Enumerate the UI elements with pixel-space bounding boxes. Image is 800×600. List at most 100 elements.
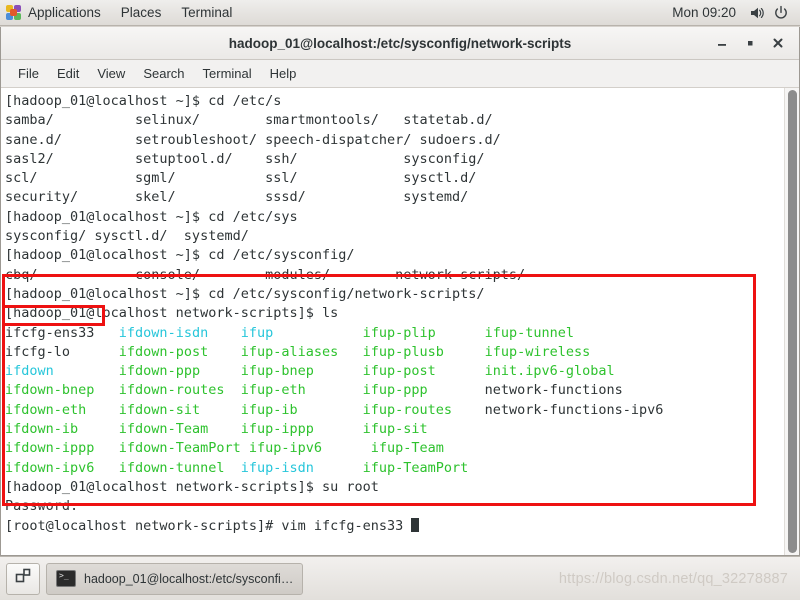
terminal-text: scl/ sgml/ ssl/ sysctl.d/ xyxy=(5,170,477,187)
terminal-text: ifdown-ppp xyxy=(118,363,241,380)
terminal-text: sysconfig/ sysctl.d/ systemd/ xyxy=(5,228,249,245)
close-button[interactable] xyxy=(765,30,791,56)
terminal-line: [hadoop_01@localhost ~]$ cd /etc/sysconf… xyxy=(5,246,784,265)
applications-menu-label: Applications xyxy=(28,5,101,20)
terminal-menu[interactable]: Terminal xyxy=(171,0,242,26)
terminal-text: ifup-isdn xyxy=(240,459,363,476)
terminal-text: ifdown-Team xyxy=(118,421,241,438)
workspace-switcher-button[interactable] xyxy=(6,562,40,595)
window-titlebar[interactable]: hadoop_01@localhost:/etc/sysconfig/netwo… xyxy=(1,27,799,60)
terminal-line: [hadoop_01@localhost network-scripts]$ s… xyxy=(5,478,784,497)
terminal-text: ifup xyxy=(240,324,363,341)
terminal-line: Password: xyxy=(5,497,784,516)
terminal-text: ifup-aliases xyxy=(240,343,363,360)
places-menu[interactable]: Places xyxy=(111,0,172,26)
terminal-text: cbq/ console/ modules/ network-scripts/ xyxy=(5,266,526,283)
terminal-text: [hadoop_01@localhost network-scripts]$ s… xyxy=(5,478,379,495)
terminal-text: sane.d/ setroubleshoot/ speech-dispatche… xyxy=(5,131,501,148)
terminal-text: [root@localhost network-scripts]# vim if… xyxy=(5,517,412,534)
menu-terminal[interactable]: Terminal xyxy=(194,60,261,88)
terminal-text: [hadoop_01@localhost ~]$ cd /etc/s xyxy=(5,93,282,109)
terminal-text: [hadoop_01@localhost network-scripts]$ l… xyxy=(5,305,339,322)
clock[interactable]: Mon 09:20 xyxy=(664,5,744,20)
terminal-text: ifup-post xyxy=(362,363,485,380)
terminal-line: [hadoop_01@localhost network-scripts]$ l… xyxy=(5,304,784,323)
terminal-text: ifdown-ipv6 xyxy=(5,459,119,476)
terminal-text: ifup-ipv6 xyxy=(240,440,371,457)
menu-view[interactable]: View xyxy=(88,60,134,88)
terminal-area: [hadoop_01@localhost ~]$ cd /etc/s samba/… xyxy=(1,88,799,555)
window-title: hadoop_01@localhost:/etc/sysconfig/netwo… xyxy=(228,35,572,51)
menu-file-label: File xyxy=(18,66,39,81)
menu-view-label: View xyxy=(97,66,126,81)
applications-menu[interactable]: Applications xyxy=(0,0,111,26)
scrollbar-thumb[interactable] xyxy=(788,90,797,553)
applications-puzzle-icon xyxy=(6,4,22,21)
terminal-scrollbar[interactable] xyxy=(784,88,799,555)
terminal-line: scl/ sgml/ ssl/ sysctl.d/ xyxy=(5,169,784,188)
terminal-text: ifdown-routes xyxy=(118,382,241,399)
terminal-line: ifdown ifdown-ppp ifup-bnep ifup-post in… xyxy=(5,362,784,381)
terminal-text: ifup-TeamPort xyxy=(362,459,469,476)
terminal-text: [hadoop_01@localhost ~]$ cd /etc/sysconf… xyxy=(5,247,355,264)
terminal-text: init.ipv6-global xyxy=(484,363,615,380)
terminal-line: [hadoop_01@localhost ~]$ cd /etc/sys xyxy=(5,208,784,227)
terminal-text: ifup-ppp xyxy=(362,382,485,399)
terminal-text: ifup-bnep xyxy=(240,363,363,380)
terminal-text: ifdown-tunnel xyxy=(118,459,241,476)
terminal-text: [hadoop_01@localhost ~]$ cd /etc/sys xyxy=(5,208,298,225)
power-icon[interactable] xyxy=(770,0,792,26)
terminal-line: ifdown-eth ifdown-sit ifup-ib ifup-route… xyxy=(5,401,784,420)
terminal-text: [hadoop_01@localhost ~]$ cd /etc/sysconf… xyxy=(5,285,485,302)
menu-search[interactable]: Search xyxy=(134,60,193,88)
terminal-window: hadoop_01@localhost:/etc/sysconfig/netwo… xyxy=(0,27,800,556)
minimize-button[interactable] xyxy=(709,30,735,56)
speaker-icon[interactable] xyxy=(746,0,768,26)
terminal-text: ifup-eth xyxy=(240,382,363,399)
terminal-text: ifup-ib xyxy=(240,401,363,418)
taskbar-window-label: hadoop_01@localhost:/etc/sysconfi… xyxy=(84,571,294,586)
menu-terminal-label: Terminal xyxy=(202,66,252,81)
terminal-line: sasl2/ setuptool.d/ ssh/ sysconfig/ xyxy=(5,150,784,169)
terminal-line: sane.d/ setroubleshoot/ speech-dispatche… xyxy=(5,131,784,150)
terminal-text: security/ skel/ sssd/ systemd/ xyxy=(5,189,469,206)
terminal-icon: >_ xyxy=(56,570,76,587)
terminal-text: ifdown-eth xyxy=(5,401,119,418)
window-controls xyxy=(709,30,799,56)
terminal-line: [hadoop_01@localhost ~]$ cd /etc/sysconf… xyxy=(5,285,784,304)
terminal-text: ifup-wireless xyxy=(484,343,591,360)
terminal-line: ifdown-bnep ifdown-routes ifup-eth ifup-… xyxy=(5,381,784,400)
terminal-menu-label: Terminal xyxy=(181,5,233,20)
terminal-text: sasl2/ setuptool.d/ ssh/ sysconfig/ xyxy=(5,150,485,167)
terminal-text: ifdown-ib xyxy=(5,421,119,438)
terminal-text: ifdown-ippp xyxy=(5,440,119,457)
terminal-text: ifup-Team xyxy=(370,440,444,457)
terminal-line: samba/ selinux/ smartmontools/ statetab.… xyxy=(5,111,784,130)
terminal-line: sysconfig/ sysctl.d/ systemd/ xyxy=(5,227,784,246)
taskbar: >_ hadoop_01@localhost:/etc/sysconfi… ht… xyxy=(0,556,800,600)
maximize-button[interactable] xyxy=(737,30,763,56)
top-panel: Applications Places Terminal Mon 09:20 xyxy=(0,0,800,26)
terminal-text: ifdown-sit xyxy=(118,401,241,418)
menu-edit-label: Edit xyxy=(56,66,80,81)
menubar: File Edit View Search Terminal Help xyxy=(1,60,799,88)
terminal-line: ifdown-ippp ifdown-TeamPort ifup-ipv6 if… xyxy=(5,439,784,458)
taskbar-window-button[interactable]: >_ hadoop_01@localhost:/etc/sysconfi… xyxy=(46,562,304,595)
terminal-output[interactable]: [hadoop_01@localhost ~]$ cd /etc/s samba/… xyxy=(1,88,784,555)
terminal-text: ifup-plusb xyxy=(362,343,485,360)
terminal-text: ifup-routes xyxy=(362,401,485,418)
terminal-line: ifcfg-ens33 ifdown-isdn ifup ifup-plip i… xyxy=(5,324,784,343)
terminal-text: ifup-tunnel xyxy=(484,324,574,341)
terminal-text: ifdown-TeamPort xyxy=(118,440,241,457)
terminal-text: ifup-ippp xyxy=(240,421,363,438)
terminal-line: ifdown-ib ifdown-Team ifup-ippp ifup-sit xyxy=(5,420,784,439)
menu-file[interactable]: File xyxy=(9,60,48,88)
terminal-line: ifcfg-lo ifdown-post ifup-aliases ifup-p… xyxy=(5,343,784,362)
terminal-text: samba/ selinux/ smartmontools/ statetab.… xyxy=(5,112,493,129)
menu-help[interactable]: Help xyxy=(261,60,306,88)
terminal-line: security/ skel/ sssd/ systemd/ xyxy=(5,188,784,207)
terminal-text: network-functions-ipv6 xyxy=(484,401,664,418)
terminal-text: ifup-sit xyxy=(362,421,428,438)
workspace-switcher-icon xyxy=(14,567,32,590)
menu-edit[interactable]: Edit xyxy=(48,60,88,88)
